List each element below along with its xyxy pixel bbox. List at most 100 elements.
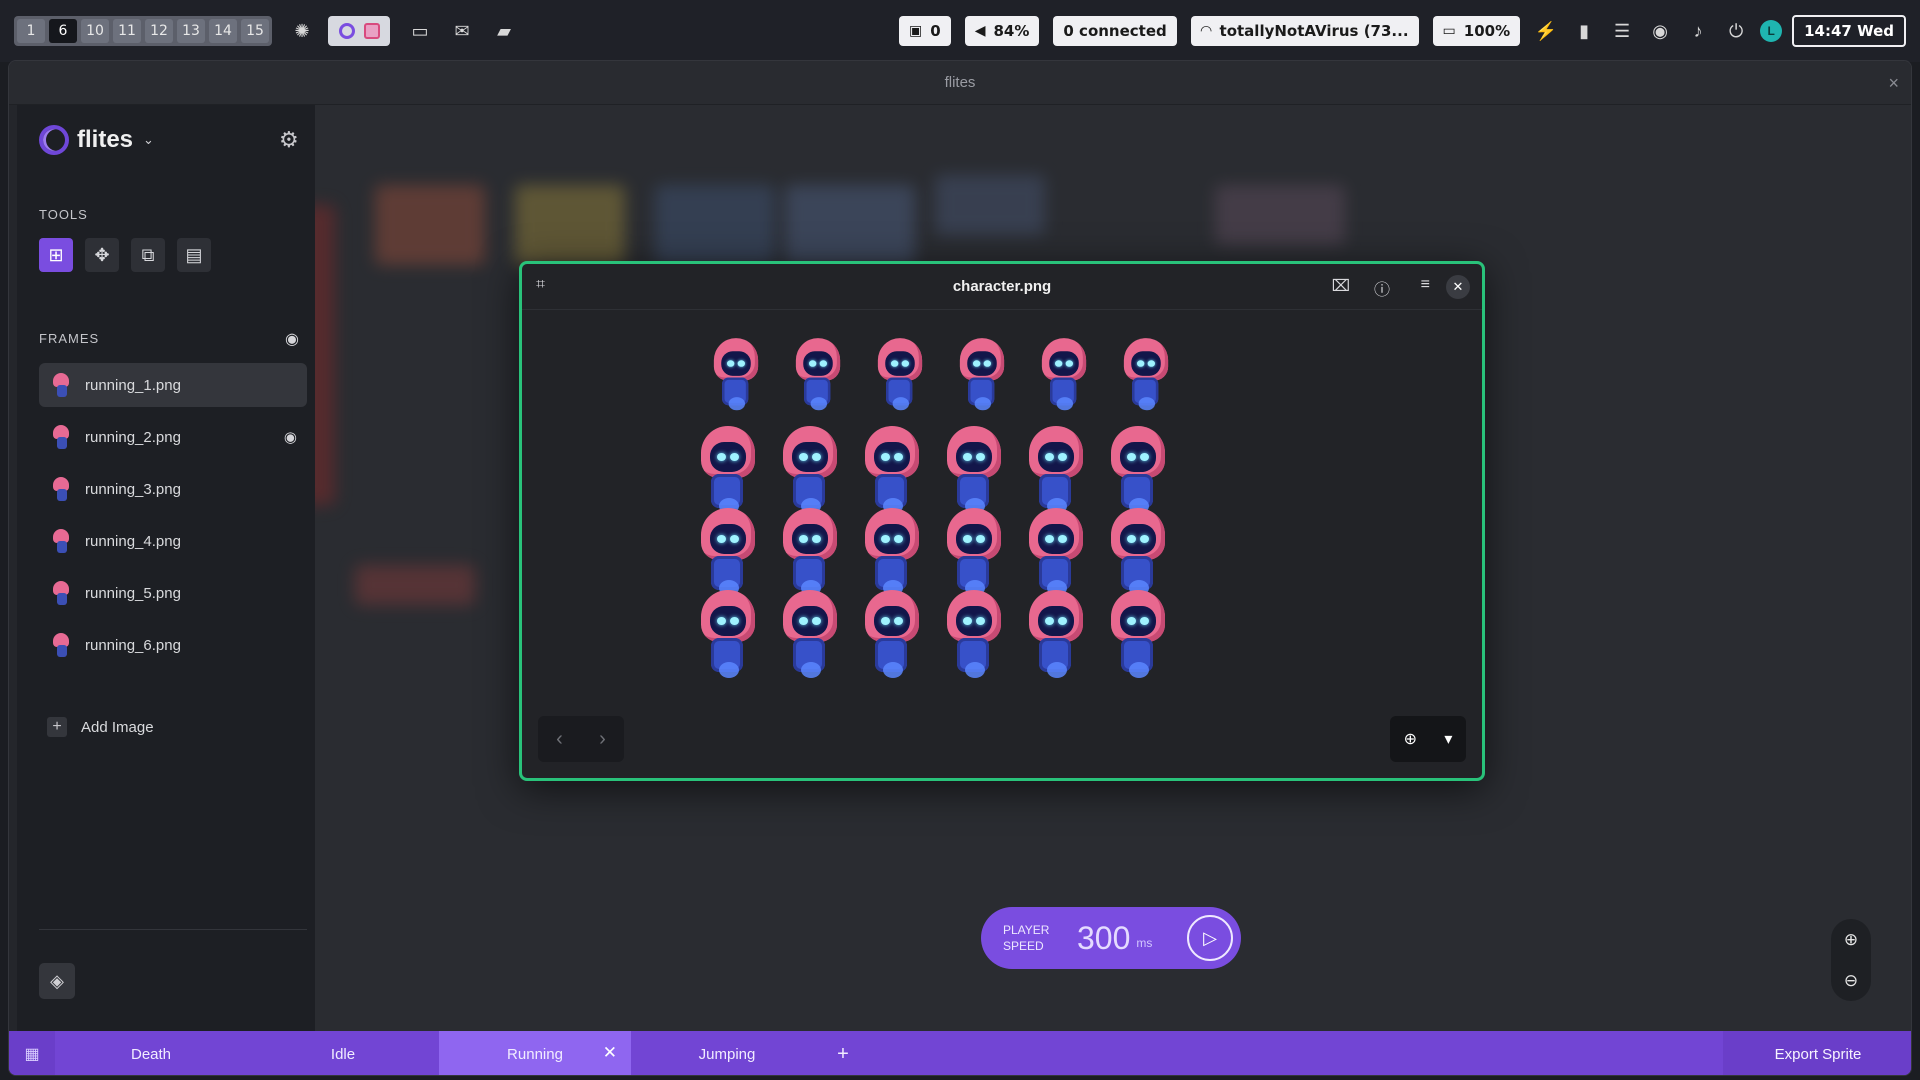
frame-label: running_2.png [85, 428, 181, 446]
power-icon[interactable]: ⏻ [1724, 19, 1748, 43]
tools-heading: TOOLS [39, 207, 88, 222]
grid-view-icon[interactable]: ▦ [9, 1031, 55, 1075]
sprite-frame [1039, 338, 1090, 412]
blurred-frame [315, 205, 335, 505]
frame-thumbnail [51, 425, 71, 449]
obs-icon[interactable]: ◉ [1648, 19, 1672, 43]
player-speed-value[interactable]: 300 [1077, 920, 1130, 957]
sidebar: flites ⌄ ⚙ TOOLS ⊞ ✥ ⧉ ▤ FRAMES ◉ runnin… [17, 105, 315, 1075]
grid-tool-button[interactable]: ⊞ [39, 238, 73, 272]
crop-icon[interactable]: ⌧ [1332, 276, 1350, 296]
dialog-close-button[interactable]: ✕ [1446, 275, 1470, 299]
chatgpt-icon[interactable]: ✺ [290, 19, 314, 43]
flites-app-icon [338, 23, 355, 39]
frame-label: running_3.png [85, 480, 181, 498]
dialog-zoom-control[interactable]: ⊕ ▾ [1390, 716, 1466, 762]
workspace-10[interactable]: 10 [81, 19, 109, 43]
fit-screen-icon[interactable]: ⌗ [536, 276, 545, 294]
next-arrow-icon[interactable]: › [599, 728, 606, 751]
mail-icon[interactable]: ✉ [450, 19, 474, 43]
battery-indicator[interactable]: ▭ 100% [1432, 16, 1521, 46]
frame-item-running-3[interactable]: running_3.png [39, 467, 307, 511]
app-window: flites × flites ⌄ ⚙ TOOLS ⊞ ✥ ⧉ ▤ FRAMES… [8, 60, 1912, 1076]
workspace-canvas: ⌗ character.png ⌧ ⓘ ≡ ✕ ‹ › ⊕ ▾ [315, 105, 1911, 1031]
export-sprite-button[interactable]: Export Sprite [1723, 1031, 1911, 1075]
sprite-frame [697, 426, 759, 516]
frame-label: running_1.png [85, 376, 181, 394]
workspace-15[interactable]: 15 [241, 19, 269, 43]
updates-indicator[interactable]: ▣ 0 [899, 16, 951, 46]
tab-jumping[interactable]: Jumping [631, 1031, 823, 1075]
add-image-button[interactable]: + Add Image [47, 717, 154, 737]
add-image-label: Add Image [81, 718, 154, 736]
image-preview-dialog: ⌗ character.png ⌧ ⓘ ≡ ✕ ‹ › ⊕ ▾ [519, 261, 1485, 781]
layers-button[interactable]: ◈ [39, 963, 75, 999]
window-title: flites [944, 74, 976, 91]
plus-icon: + [47, 717, 67, 737]
add-tab-button[interactable]: + [823, 1031, 863, 1075]
prev-arrow-icon[interactable]: ‹ [556, 728, 563, 751]
battery-icon: ▭ [1442, 23, 1456, 39]
tools-toolbar: ⊞ ✥ ⧉ ▤ [39, 238, 211, 272]
tab-idle[interactable]: Idle [247, 1031, 439, 1075]
workspace-12[interactable]: 12 [145, 19, 173, 43]
clock[interactable]: 14:47 Wed [1792, 15, 1906, 47]
rotate-tool-button[interactable]: ⧉ [131, 238, 165, 272]
folder-icon[interactable]: ▰ [492, 19, 516, 43]
bolt-icon[interactable]: ⚡ [1534, 19, 1558, 43]
frame-item-running-6[interactable]: running_6.png [39, 623, 307, 667]
sprite-frame [1025, 508, 1087, 598]
sprite-frame [1107, 508, 1169, 598]
frame-item-running-2[interactable]: running_2.png ◉ [39, 415, 307, 459]
chevron-down-icon[interactable]: ▾ [1444, 729, 1452, 749]
sprite-frame [697, 590, 759, 680]
zoom-in-icon[interactable]: ⊕ [1844, 930, 1858, 950]
sprite-frame [943, 426, 1005, 516]
tab-running[interactable]: Running ✕ [439, 1031, 631, 1075]
player-speed-label: PLAYER SPEED [1003, 923, 1050, 953]
bus-tool-button[interactable]: ▤ [177, 238, 211, 272]
workspace-1[interactable]: 1 [17, 19, 45, 43]
blurred-frame [515, 185, 625, 265]
workspace-14[interactable]: 14 [209, 19, 237, 43]
frame-thumbnail [51, 477, 71, 501]
frame-item-running-4[interactable]: running_4.png [39, 519, 307, 563]
workspace-6[interactable]: 6 [49, 19, 77, 43]
frame-item-running-5[interactable]: running_5.png [39, 571, 307, 615]
volume-indicator[interactable]: ◀ 84% [964, 16, 1040, 46]
wifi-indicator[interactable]: ◠ totallyNotAVirus (73... [1190, 16, 1419, 46]
sprite-frame [943, 590, 1005, 680]
frames-visibility-eye-icon[interactable]: ◉ [285, 329, 299, 349]
blurred-frame [1215, 185, 1345, 245]
workspace-11[interactable]: 11 [113, 19, 141, 43]
close-icon[interactable]: ✕ [603, 1043, 617, 1063]
frames-heading: FRAMES [39, 331, 100, 346]
bell-icon[interactable]: ♪ [1686, 19, 1710, 43]
app-brand-menu[interactable]: flites ⌄ [39, 125, 154, 155]
frames-list: running_1.png running_2.png ◉ running_3.… [39, 363, 307, 675]
zoom-out-icon[interactable]: ⊖ [1844, 971, 1858, 991]
menu-icon[interactable]: ≡ [1421, 276, 1430, 294]
terminal-icon[interactable]: ▭ [408, 19, 432, 43]
tab-death[interactable]: Death [55, 1031, 247, 1075]
layers-icon[interactable]: ☰ [1610, 19, 1634, 43]
gear-icon[interactable]: ⚙ [279, 127, 299, 153]
canvas-zoom-controls: ⊕ ⊖ [1831, 919, 1871, 1001]
active-apps-pill[interactable] [328, 16, 390, 46]
avatar[interactable]: L [1760, 20, 1783, 42]
tab-running-label: Running [507, 1045, 563, 1063]
flites-logo-icon [39, 125, 69, 155]
window-close-icon[interactable]: × [1888, 73, 1899, 94]
app-name: flites [77, 126, 134, 153]
eye-icon[interactable]: ◉ [284, 428, 297, 446]
package-icon: ▣ [909, 23, 923, 39]
player-speed-control: PLAYER SPEED 300 ms ▷ [981, 907, 1241, 969]
zoom-in-icon[interactable]: ⊕ [1404, 729, 1417, 749]
workspace-13[interactable]: 13 [177, 19, 205, 43]
vpn-indicator[interactable]: 0 connected [1053, 16, 1177, 46]
info-icon[interactable]: ⓘ [1374, 276, 1390, 300]
move-tool-button[interactable]: ✥ [85, 238, 119, 272]
play-button[interactable]: ▷ [1187, 915, 1233, 961]
frame-item-running-1[interactable]: running_1.png [39, 363, 307, 407]
bar-chart-icon[interactable]: ▮ [1572, 19, 1596, 43]
